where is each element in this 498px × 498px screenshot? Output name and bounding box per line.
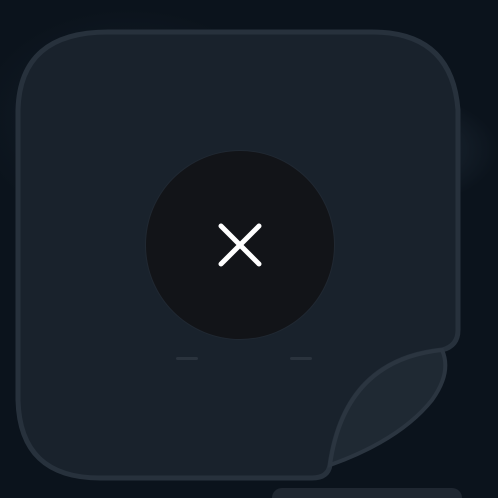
close-icon bbox=[218, 223, 262, 267]
close-button[interactable] bbox=[146, 151, 334, 339]
partial-element-bottom bbox=[272, 488, 462, 498]
dash-mark bbox=[290, 357, 312, 360]
dash-mark bbox=[176, 357, 198, 360]
